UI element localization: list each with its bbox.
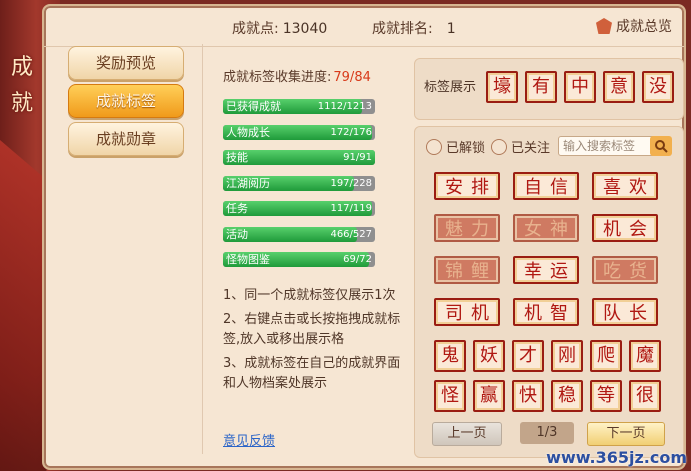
progress-bar-count: 466/527 (330, 228, 372, 240)
progress-label: 成就标签收集进度: (223, 70, 332, 85)
progress-bar-label: 技能 (226, 151, 248, 164)
achievement-tag[interactable]: 吃货 (592, 256, 658, 284)
display-tag-slot[interactable]: 意 (603, 71, 635, 103)
achievement-tag-small[interactable]: 鬼 (434, 340, 466, 372)
achievement-tag-small[interactable]: 妖 (473, 340, 505, 372)
progress-bar-count: 172/176 (330, 126, 372, 138)
progress-bar-label: 任务 (226, 202, 248, 215)
progress-value: 79/84 (333, 70, 371, 85)
progress-bar: 技能 91/91 (223, 150, 375, 165)
achievement-tag[interactable]: 幸运 (513, 256, 579, 284)
points-label: 成就点: (232, 21, 279, 37)
achievement-tag[interactable]: 机智 (513, 298, 579, 326)
header-bar: 成就点: 13040 成就排名: 1 成就总览 (44, 6, 684, 47)
achievement-tag-small[interactable]: 爬 (590, 340, 622, 372)
search-icon (655, 140, 668, 153)
tiger-head-icon (596, 18, 612, 34)
site-watermark: www.365jz.com (546, 448, 687, 467)
progress-bar: 人物成长 172/176 (223, 124, 375, 140)
progress-bar: 怪物图鉴 69/72 (223, 252, 375, 267)
display-tag-slot[interactable]: 壕 (486, 71, 518, 103)
achievement-tag[interactable]: 自信 (513, 172, 579, 200)
achievement-tag[interactable]: 司机 (434, 298, 500, 326)
rank-value: 1 (446, 21, 456, 37)
search-button[interactable] (650, 136, 672, 156)
achievement-tag[interactable]: 女神 (513, 214, 579, 242)
filter-followed[interactable]: 已关注 (491, 137, 550, 156)
filter-unlocked-label: 已解锁 (446, 141, 486, 156)
achievement-tag[interactable]: 魅力 (434, 214, 500, 242)
column-divider (202, 44, 203, 454)
feedback-link[interactable]: 意见反馈 (223, 430, 275, 449)
nav-reward-preview[interactable]: 奖励预览 (68, 46, 184, 80)
achievement-tag-small[interactable]: 稳 (551, 380, 583, 412)
achievement-tag-small[interactable]: 快 (512, 380, 544, 412)
display-tag-slot[interactable]: 中 (564, 71, 596, 103)
progress-bar: 任务 117/119 (223, 201, 375, 216)
achievement-tag-small[interactable]: 很 (629, 380, 661, 412)
radio-followed-icon[interactable] (491, 138, 507, 155)
progress-title: 成就标签收集进度: 79/84 (223, 66, 371, 85)
page-indicator: 1/3 (520, 422, 574, 444)
overview-label: 成就总览 (616, 19, 672, 35)
achievement-tag-small[interactable]: 等 (590, 380, 622, 412)
display-tag-slot[interactable]: 有 (525, 71, 557, 103)
side-title: 成就 (10, 55, 33, 116)
display-tag-slot[interactable]: 没 (642, 71, 674, 103)
achievement-tag-small[interactable]: 怪 (434, 380, 466, 412)
achievement-tag-small[interactable]: 刚 (551, 340, 583, 372)
progress-bar: 江湖阅历 197/228 (223, 175, 375, 191)
overview-button[interactable]: 成就总览 (596, 16, 672, 36)
progress-bar: 活动 466/527 (223, 226, 375, 242)
achievement-tag[interactable]: 安排 (434, 172, 500, 200)
next-page-button[interactable]: 下一页 (587, 422, 665, 446)
note-2: 2、右键点击或长按拖拽成就标签,放入或移出展示格 (223, 312, 401, 347)
progress-bar-count: 197/228 (330, 177, 372, 189)
progress-bar-label: 活动 (226, 227, 248, 241)
radio-unlocked-icon[interactable] (426, 138, 442, 155)
achievement-tag-small[interactable]: 赢 (473, 380, 505, 412)
progress-bar-label: 人物成长 (226, 125, 270, 139)
progress-bar-label: 江湖阅历 (226, 176, 270, 190)
achievement-tag[interactable]: 机会 (592, 214, 658, 242)
prev-page-button[interactable]: 上一页 (432, 422, 502, 446)
achievement-tag[interactable]: 队长 (592, 298, 658, 326)
progress-bar-label: 已获得成就 (226, 100, 281, 113)
progress-bar-count: 69/72 (343, 254, 372, 265)
tag-display-label: 标签展示 (424, 80, 477, 95)
progress-bar-count: 1112/1213 (317, 101, 372, 112)
nav-achievement-medals[interactable]: 成就勋章 (68, 122, 184, 156)
progress-bar-label: 怪物图鉴 (226, 253, 270, 266)
achievement-tag[interactable]: 锦鲤 (434, 256, 500, 284)
achievement-tag-small[interactable]: 才 (512, 340, 544, 372)
note-3: 3、成就标签在自己的成就界面和人物档案处展示 (223, 356, 401, 391)
filter-followed-label: 已关注 (511, 141, 551, 156)
rank-label: 成就排名: (372, 21, 433, 37)
rank-stat: 成就排名: 1 (372, 18, 456, 38)
achievement-tag-small[interactable]: 魔 (629, 340, 661, 372)
progress-bar-count: 91/91 (343, 152, 372, 163)
points-value: 13040 (282, 21, 328, 37)
note-1: 1、同一个成就标签仅展示1次 (223, 288, 396, 303)
points-stat: 成就点: 13040 (232, 18, 327, 38)
nav-achievement-tags[interactable]: 成就标签 (68, 84, 184, 118)
achievement-tag[interactable]: 喜欢 (592, 172, 658, 200)
progress-bar: 已获得成就 1112/1213 (223, 99, 375, 114)
progress-bar-count: 117/119 (330, 203, 372, 214)
filter-unlocked[interactable]: 已解锁 (426, 137, 485, 156)
